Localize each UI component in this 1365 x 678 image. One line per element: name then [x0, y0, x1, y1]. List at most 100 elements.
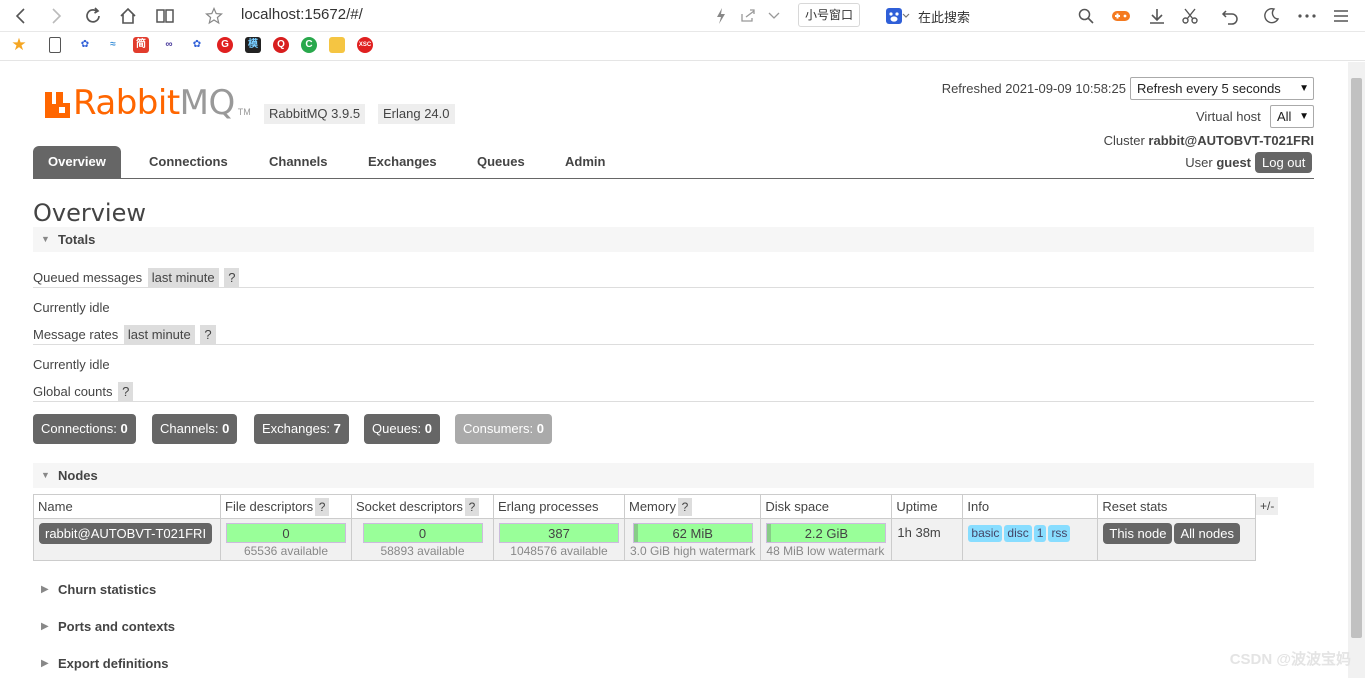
queued-messages-row: Queued messages last minute ?	[33, 268, 240, 287]
help-button[interactable]: ?	[118, 382, 134, 401]
info-cell: basic disc 1 rss	[962, 518, 1099, 561]
export-definitions-toggle[interactable]: ▶ Export definitions	[33, 654, 433, 674]
page-scrollbar[interactable]	[1348, 62, 1365, 678]
columns-toggle-button[interactable]: +/-	[1256, 497, 1279, 515]
virtual-host-label: Virtual host	[1196, 109, 1261, 124]
xsc-icon[interactable]: XSC	[357, 37, 373, 53]
page-title: Overview	[33, 199, 146, 227]
collapse-triangle-icon: ▼	[41, 470, 50, 480]
g-icon[interactable]: G	[217, 37, 233, 53]
small-window-button[interactable]: 小号窗口	[798, 3, 861, 27]
time-range-chip[interactable]: last minute	[123, 325, 195, 344]
menu-icon[interactable]	[1329, 4, 1353, 28]
home-icon[interactable]	[116, 4, 140, 28]
churn-statistics-toggle[interactable]: ▶ Churn statistics	[33, 580, 433, 600]
mobile-icon[interactable]	[49, 37, 61, 53]
tab-admin[interactable]: Admin	[550, 146, 620, 178]
disk-watermark: 48 MiB low watermark	[766, 544, 885, 558]
baidu-paw-icon[interactable]: ✿	[77, 37, 93, 53]
time-range-chip[interactable]: last minute	[147, 268, 219, 287]
connections-count-button[interactable]: Connections: 0	[33, 414, 136, 444]
help-button[interactable]: ?	[200, 325, 216, 344]
column-header: Memory?	[623, 494, 762, 519]
folder-icon[interactable]	[329, 37, 345, 53]
message-rates-row: Message rates last minute ?	[33, 325, 216, 344]
collapse-triangle-icon: ▼	[41, 234, 50, 244]
divider	[33, 287, 1314, 288]
reset-this-node-button[interactable]: This node	[1103, 523, 1173, 544]
chevron-down-icon[interactable]	[762, 4, 786, 28]
c-icon[interactable]: C	[301, 37, 317, 53]
erlang-version: Erlang 24.0	[378, 104, 455, 124]
download-icon[interactable]	[1145, 4, 1169, 28]
back-icon[interactable]	[9, 4, 33, 28]
reload-icon[interactable]	[81, 4, 105, 28]
chevron-down-icon[interactable]	[900, 4, 912, 28]
help-button[interactable]: ?	[315, 497, 330, 516]
socket-descriptors-meter: 0	[362, 523, 483, 543]
rabbitmq-logo: RabbitMQ TM	[43, 86, 251, 120]
main-tabs: Overview Connections Channels Exchanges …	[33, 146, 1314, 179]
tab-overview[interactable]: Overview	[33, 146, 121, 178]
reading-icon[interactable]	[153, 4, 177, 28]
star-icon[interactable]	[202, 4, 226, 28]
logo-text: RabbitMQ	[73, 83, 235, 123]
queues-count-button[interactable]: Queues: 0	[364, 414, 441, 444]
dropdown-arrow-icon: ▼	[1299, 111, 1309, 122]
favorites-star-icon[interactable]: ★	[11, 36, 27, 53]
info-badge: basic	[968, 525, 1003, 542]
undo-icon[interactable]	[1218, 4, 1242, 28]
forward-icon[interactable]	[44, 4, 68, 28]
bird-icon[interactable]: ≈	[105, 37, 121, 53]
scissors-icon[interactable]	[1178, 4, 1202, 28]
consumers-count-button[interactable]: Consumers: 0	[455, 414, 552, 444]
jian-icon[interactable]: 简	[133, 37, 149, 53]
column-header: Socket descriptors?	[351, 494, 494, 519]
share-icon[interactable]	[736, 4, 760, 28]
help-button[interactable]: ?	[677, 497, 692, 516]
mo-icon[interactable]: 模	[245, 37, 261, 53]
rates-status: Currently idle	[33, 357, 110, 372]
link-icon[interactable]: ∞	[161, 37, 177, 53]
nodes-section-toggle[interactable]: ▼ Nodes	[33, 463, 1314, 488]
memory-cell: 62 MiB 3.0 GiB high watermark	[623, 518, 762, 561]
tab-channels[interactable]: Channels	[254, 146, 343, 178]
tab-exchanges[interactable]: Exchanges	[353, 146, 452, 178]
tab-connections[interactable]: Connections	[134, 146, 243, 178]
column-header: Uptime	[891, 494, 964, 519]
rabbitmq-logo-icon	[43, 90, 73, 120]
moon-icon[interactable]	[1259, 4, 1283, 28]
more-icon[interactable]	[1295, 4, 1319, 28]
ports-and-contexts-toggle[interactable]: ▶ Ports and contexts	[33, 617, 433, 637]
expand-triangle-icon: ▶	[41, 621, 49, 632]
scrollbar-thumb[interactable]	[1351, 78, 1362, 638]
search-box[interactable]: 在此搜索	[918, 7, 970, 26]
dropdown-arrow-icon: ▼	[1299, 83, 1309, 94]
baidu-paw-icon[interactable]: ✿	[189, 37, 205, 53]
search-icon[interactable]	[1074, 4, 1098, 28]
node-link[interactable]: rabbit@AUTOBVT-T021FRI	[39, 523, 213, 544]
address-bar[interactable]: localhost:15672/#/	[241, 6, 363, 23]
help-button[interactable]: ?	[224, 268, 240, 287]
file-descriptors-cell: 0 65536 available	[220, 518, 352, 561]
column-header: Reset stats	[1097, 494, 1257, 519]
tab-queues[interactable]: Queues	[462, 146, 540, 178]
info-badge: 1	[1033, 525, 1047, 542]
channels-count-button[interactable]: Channels: 0	[152, 414, 238, 444]
bookmarks-bar: ★ ✿ ≈ 简 ∞ ✿ G 模 Q C XSC	[0, 32, 1365, 61]
disk-space-meter: 2.2 GiB	[766, 523, 887, 543]
virtual-host-select[interactable]: All ▼	[1270, 105, 1314, 128]
browser-toolbar: localhost:15672/#/ 小号窗口 在此搜索	[0, 0, 1365, 32]
logo-trademark: TM	[237, 107, 251, 117]
exchanges-count-button[interactable]: Exchanges: 7	[254, 414, 349, 444]
refresh-interval-select[interactable]: Refresh every 5 seconds ▼	[1130, 77, 1314, 100]
reset-all-nodes-button[interactable]: All nodes	[1174, 523, 1240, 544]
game-icon[interactable]	[1109, 4, 1133, 28]
q-icon[interactable]: Q	[273, 37, 289, 53]
divider	[33, 344, 1314, 345]
lightning-icon[interactable]	[709, 4, 733, 28]
totals-section-toggle[interactable]: ▼ Totals	[33, 227, 1314, 252]
column-header: Info	[962, 494, 1099, 519]
memory-watermark: 3.0 GiB high watermark	[630, 544, 756, 558]
help-button[interactable]: ?	[464, 497, 479, 516]
